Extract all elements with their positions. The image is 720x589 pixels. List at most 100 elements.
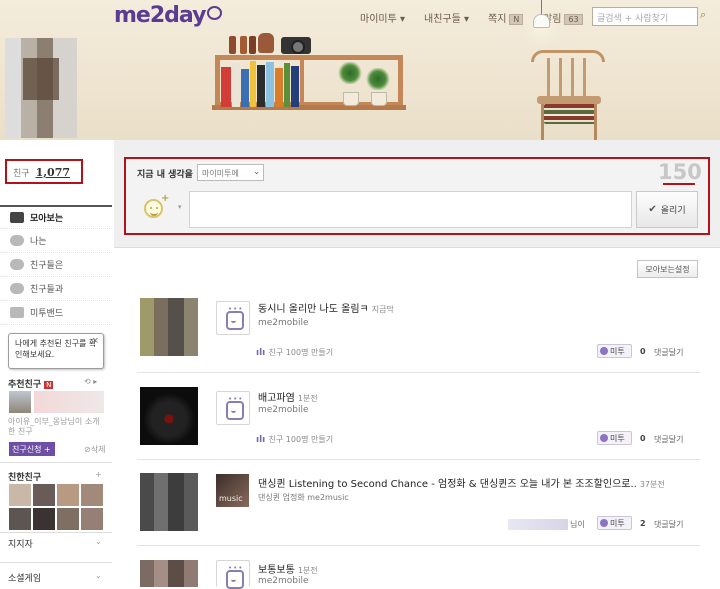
sidebar-divider [0,462,112,463]
friend-photo[interactable] [81,508,103,530]
metoo-button[interactable]: 미투 [597,431,632,445]
campaign-icon: ılı [256,348,266,358]
metoo-count: 0 [640,347,646,356]
friend-label: 친구 [13,169,30,179]
close-friends-title: 친한친구 [8,473,42,483]
post-title[interactable]: 댄싱퀸 Listening to Second Chance - 엄정화 & 댄… [258,475,665,490]
chair-slat [571,58,574,98]
post-author[interactable]: me2mobile [258,576,309,586]
candle-icon [249,36,256,54]
chair-slat [583,58,586,98]
recommend-tooltip: 나에게 추천된 친구를 확인해보세요. × [8,333,104,369]
metoo-button[interactable]: 미투 [597,516,632,530]
metoo-user-names[interactable] [508,519,568,530]
chair-slat [547,58,550,98]
new-badge: N [44,381,54,389]
target-select[interactable]: 마이미투에 ⌄ [197,164,264,181]
album-cover-icon: music [216,474,249,507]
friend-photo[interactable] [57,484,79,506]
logo-bubble-icon [207,6,223,20]
recommended-desc: 아이유_이부_옹남님이 소개한 친구 [8,417,100,436]
search-input[interactable]: 글검색 + 사람찾기 [592,7,698,26]
friend-photo[interactable] [9,484,31,506]
post-author[interactable]: me2mobile [258,405,309,415]
sidebar-item-with-friends[interactable]: 친구들과 [0,277,112,301]
post-photo[interactable] [140,473,198,531]
post-title[interactable]: 배고파염 1분전 [258,389,318,404]
chair [531,50,605,62]
post-button[interactable]: ✔ 올리기 [636,191,698,228]
comment-link[interactable]: 댓글달기 [654,519,683,530]
camera-icon [281,37,311,54]
post-input[interactable] [189,191,632,228]
post-photo[interactable] [140,298,198,356]
logo[interactable]: me2day [114,3,223,28]
friend-photo[interactable] [33,484,55,506]
speech-bubbles-icon [10,259,24,270]
post-author[interactable]: me2mobile [258,318,309,328]
friend-count-box[interactable]: 친구 1,077 [5,159,83,184]
compose-label: 지금 내 생각을 [137,170,193,180]
sidebar-divider [0,532,112,533]
friend-photo[interactable] [9,508,31,530]
recommended-friends-title: 추천친구 N [8,380,54,390]
sidebar-item-me[interactable]: 나는 [0,229,112,253]
post-divider [137,459,700,460]
metoo-button[interactable]: 미투 [597,344,632,358]
post-photo[interactable] [140,560,198,587]
caret-down-icon[interactable]: ▾ [178,203,182,211]
lamp-icon [533,14,550,28]
me2mobile-icon: ••• [216,301,250,335]
profile-avatar[interactable] [5,38,77,138]
sidebar-item-friends[interactable]: 친구들은 [0,253,112,277]
chair-slat [559,58,562,98]
candle-icon [240,36,247,54]
char-counter: 150 [658,160,702,184]
nav-my-friends[interactable]: 내친구들 ▾ [424,10,469,25]
nav-my-metoo[interactable]: 마이미투 ▾ [360,10,405,25]
sidebar-item-band[interactable]: 미투밴드 [0,301,112,325]
counter-underline [663,183,695,185]
friend-photo[interactable] [33,508,55,530]
alarms-badge: 63 [564,14,583,25]
chevron-down-icon[interactable]: ⌄ [95,537,102,546]
metoo-icon [600,519,608,527]
me2mobile-icon: ••• [216,391,250,425]
me2mobile-icon: ••• [216,560,250,589]
post-author[interactable]: 댄싱퀸 엄정화 me2music [258,492,349,503]
delete-link[interactable]: ⊘삭제 [84,444,105,455]
friend-count[interactable]: 1,077 [36,166,70,179]
nav-notes[interactable]: 쪽지 N [488,10,524,25]
campaign-link[interactable]: ılı 친구 100명 만들기 [256,434,333,445]
close-icon[interactable]: × [91,336,99,347]
speech-bubble-icon [10,235,24,246]
check-icon: ✔ [648,204,657,215]
sidebar-item-collected[interactable]: 모아보는 [0,205,112,229]
add-friend-button[interactable]: 친구신청 + [9,442,55,456]
chat-icon [10,283,24,294]
recommended-nav-icon[interactable]: ⟲ ▸ [84,377,97,386]
recommended-friend-name[interactable] [34,391,104,413]
sidebar: 모아보는 나는 친구들은 친구들과 미투밴드 [0,205,112,325]
friend-photo[interactable] [57,508,79,530]
feed-settings-button[interactable]: 모아보는설정 [637,260,698,278]
metoo-icon [600,434,608,442]
friend-photo[interactable] [81,484,103,506]
post-title[interactable]: 보통보통 1분전 [258,561,318,576]
sidebar-item-supporters[interactable]: 지지자 [8,537,33,550]
post-divider [137,372,700,373]
post-photo[interactable] [140,387,198,445]
metoo-count: 2 [640,519,646,528]
post-title[interactable]: 동시니 올리만 나도 올림ㅋ 지금막 [258,300,394,315]
sidebar-item-social-game[interactable]: 소셜게임 [8,571,41,584]
notes-badge: N [509,14,524,25]
search-icon[interactable]: ⌕ [700,8,714,25]
chevron-down-icon[interactable]: ⌄ [95,571,102,580]
campaign-link[interactable]: ılı 친구 100명 만들기 [256,347,333,358]
deer-figure [258,33,274,53]
comment-link[interactable]: 댓글달기 [654,347,683,358]
comment-link[interactable]: 댓글달기 [654,434,683,445]
close-friends-more[interactable]: + [95,470,102,479]
books [221,60,299,107]
recommended-friend-photo[interactable] [9,391,31,413]
